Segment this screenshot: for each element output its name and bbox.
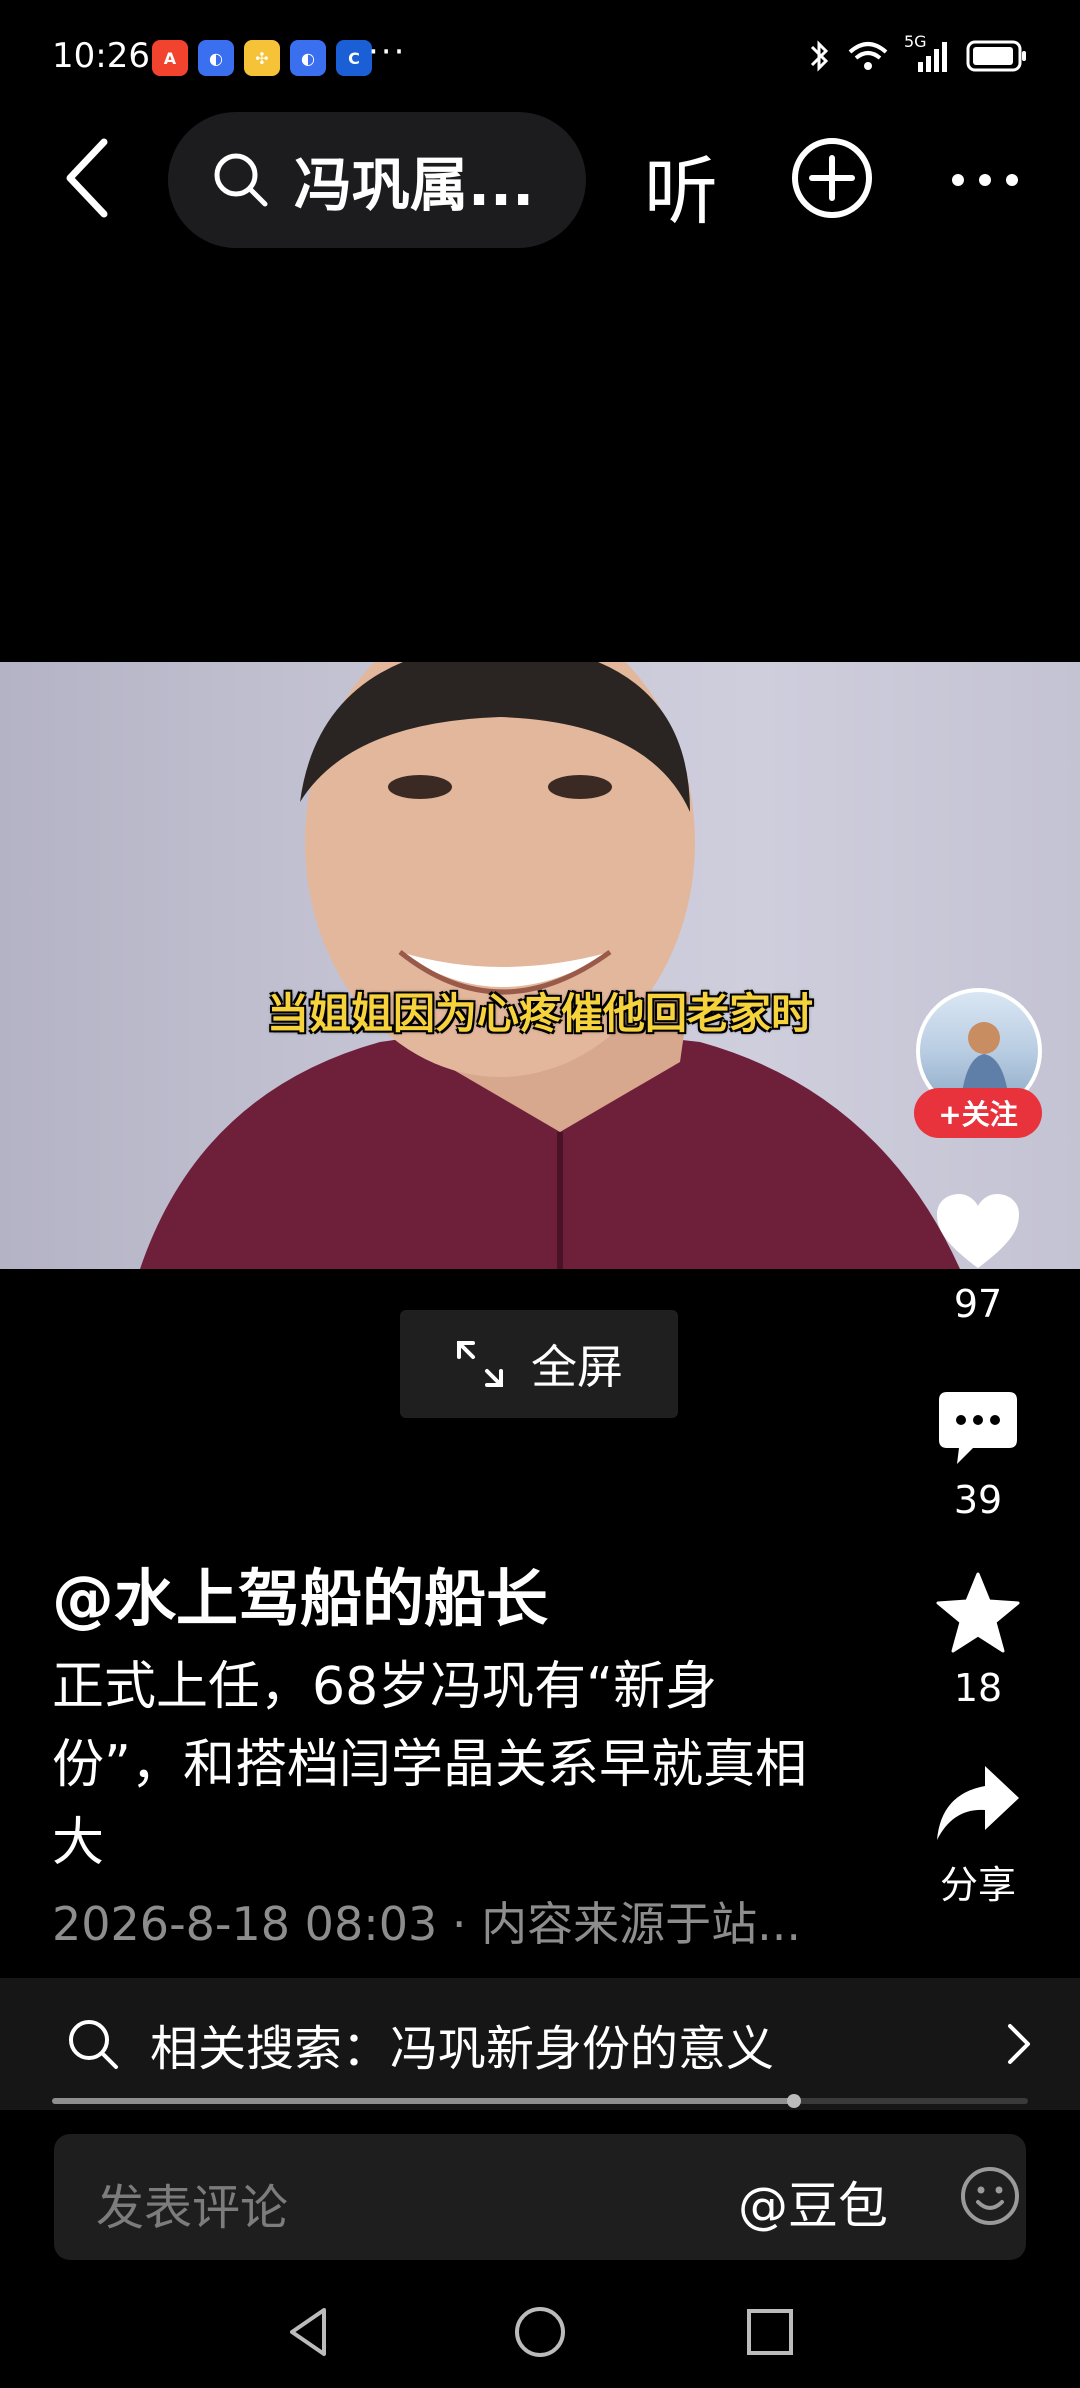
author-name[interactable]: @水上驾船的船长 xyxy=(52,1548,548,1638)
more-notifications: ··· xyxy=(368,32,407,72)
more-dots-icon xyxy=(952,174,1018,186)
browser-icon: ◐ xyxy=(290,40,326,76)
wifi-icon xyxy=(848,42,888,70)
comment-bubble-icon xyxy=(939,1392,1017,1464)
nav-recents-icon[interactable] xyxy=(740,2302,800,2362)
status-time: 10:26 xyxy=(52,36,150,76)
more-options-button[interactable] xyxy=(940,150,1030,210)
comment-count: 39 xyxy=(953,1478,1003,1522)
status-indicators: 5G xyxy=(808,32,1028,74)
nav-home-icon[interactable] xyxy=(510,2302,570,2362)
bluetooth-icon xyxy=(810,40,829,72)
share-button[interactable]: 分享 xyxy=(910,1764,1046,1909)
fullscreen-button[interactable]: 全屏 xyxy=(400,1310,678,1418)
post-meta: 2026-8-18 08:03 · 内容来源于站... xyxy=(52,1897,801,1951)
video-progress-bar[interactable] xyxy=(52,2094,1028,2108)
chevron-left-icon xyxy=(66,138,108,218)
search-bar[interactable]: 冯巩属... xyxy=(168,112,586,248)
comment-placeholder: 发表评论 xyxy=(96,2180,289,2236)
listen-button[interactable]: 听 xyxy=(644,132,718,239)
battery-icon xyxy=(966,40,1026,72)
favorite-button[interactable]: 18 xyxy=(910,1572,1046,1710)
favorite-count: 18 xyxy=(953,1666,1003,1710)
video-frame-image xyxy=(140,662,960,1269)
search-query: 冯巩属... xyxy=(294,151,535,219)
pinwheel-icon: ✣ xyxy=(244,40,280,76)
doubao-mention-button[interactable]: @豆包 xyxy=(738,2166,888,2238)
heart-icon xyxy=(937,1194,1019,1268)
nav-back-icon[interactable] xyxy=(280,2302,340,2362)
emoji-icon[interactable] xyxy=(958,2164,1022,2228)
app-a-icon: A xyxy=(152,40,188,76)
comment-button[interactable]: 39 xyxy=(910,1390,1046,1522)
share-arrow-icon xyxy=(937,1766,1019,1840)
plus-circle-icon xyxy=(792,138,872,218)
search-icon xyxy=(214,153,268,207)
related-search-label: 相关搜索：冯巩新身份的意义 xyxy=(150,2021,775,2077)
related-search-bar[interactable]: 相关搜索：冯巩新身份的意义 xyxy=(0,1978,1080,2110)
signal-icon: 5G xyxy=(904,32,950,74)
like-button[interactable]: 97 xyxy=(910,1192,1046,1326)
star-icon xyxy=(936,1572,1020,1653)
post-headline: 正式上任，68岁冯巩有“新身份”，和搭档闫学晶关系早就真相大 xyxy=(52,1657,807,1873)
status-bar: 10:26 A ◐ ✣ ◐ C ··· 5G xyxy=(0,0,1080,110)
progress-thumb[interactable] xyxy=(786,2094,801,2108)
comment-input[interactable]: 发表评论 @豆包 xyxy=(54,2134,1026,2260)
expand-icon xyxy=(457,1341,503,1387)
browser-icon: ◐ xyxy=(198,40,234,76)
like-count: 97 xyxy=(953,1282,1003,1326)
video-player[interactable]: 当姐姐因为心疼催他回老家时 xyxy=(0,662,1080,1269)
system-nav-bar xyxy=(0,2272,1080,2388)
c-app-icon: C xyxy=(336,40,372,76)
share-label: 分享 xyxy=(939,1863,1016,1907)
chevron-right-icon xyxy=(1008,2024,1030,2064)
fullscreen-label: 全屏 xyxy=(531,1340,623,1394)
notification-icons: A ◐ ✣ ◐ C xyxy=(152,40,372,76)
progress-fill xyxy=(52,2098,794,2104)
search-icon xyxy=(69,2020,118,2069)
back-button[interactable] xyxy=(52,138,122,218)
add-button[interactable] xyxy=(790,136,874,220)
follow-button[interactable]: +关注 xyxy=(914,1088,1042,1138)
